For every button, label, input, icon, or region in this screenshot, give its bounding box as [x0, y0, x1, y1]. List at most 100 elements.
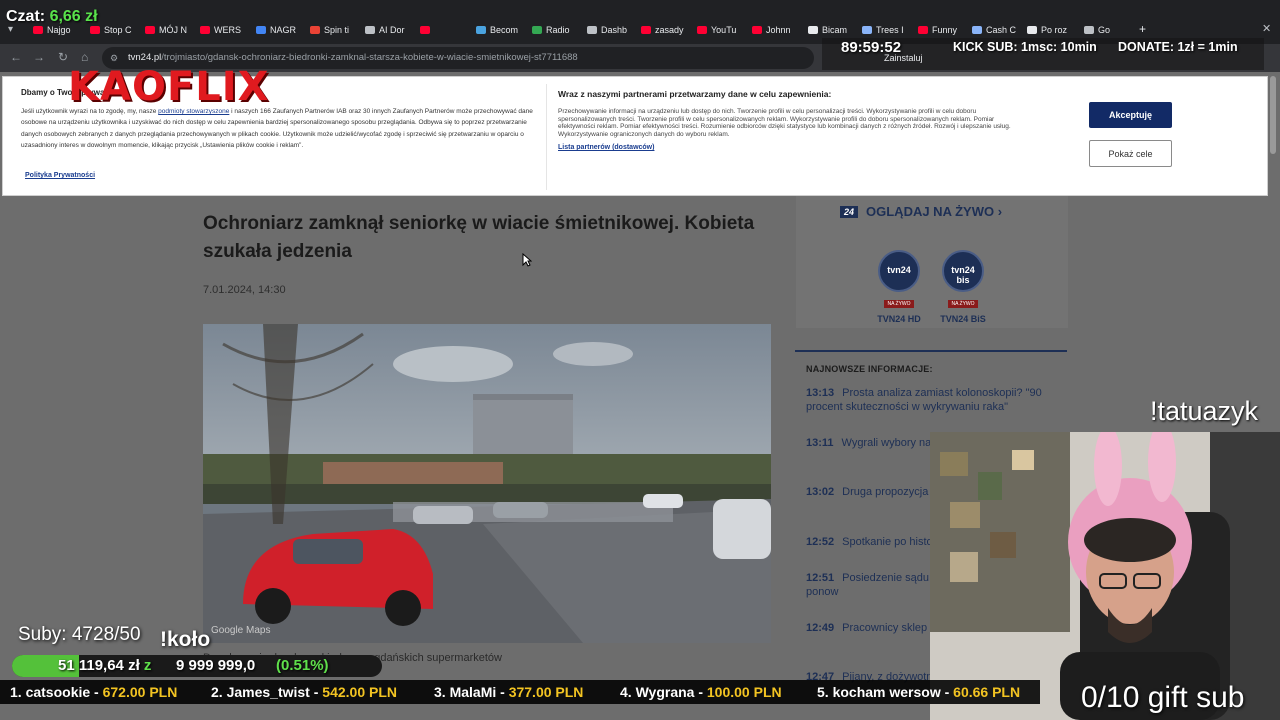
tab-label: MÓJ N: [159, 25, 187, 35]
donor-amount: 542.00 PLN: [322, 684, 398, 700]
news-divider: [795, 350, 1067, 352]
news-time: 13:11: [806, 437, 834, 449]
browser-tab[interactable]: Funny: [918, 22, 970, 38]
url-host: tvn24.pl: [128, 52, 162, 63]
browser-tab[interactable]: Becom: [476, 22, 528, 38]
browser-tab[interactable]: AI Dor: [365, 22, 417, 38]
url-path: /trojmiasto/gdansk-ochroniarz-biedronki-…: [161, 52, 578, 63]
photo-watermark: Google Maps: [211, 625, 270, 636]
tab-favicon-icon: [587, 26, 597, 34]
browser-tab[interactable]: Po roz: [1027, 22, 1079, 38]
consent-divider: [546, 84, 547, 190]
tab-label: Trees I: [876, 25, 904, 35]
tab-label: Spin ti: [324, 25, 350, 35]
accept-button[interactable]: Akceptuję: [1089, 102, 1172, 128]
news-headline: Spotkanie po histo: [842, 536, 933, 548]
screen: ▾ Najgo Stop C MÓJ N WERS NAGR Spin ti AI Dor B…: [0, 0, 1280, 720]
channel-name: TVN24 BiS: [940, 314, 986, 324]
tvn24-logo-icon: tvn24: [878, 250, 920, 292]
news-headline: Prosta analiza zamiast kolonoskopii? "90…: [806, 387, 1042, 413]
tab-label: Dashb: [601, 25, 628, 35]
tab-label: YouTu: [711, 25, 737, 35]
tab-label: Go: [1098, 25, 1111, 35]
browser-tab[interactable]: Cash C: [972, 22, 1024, 38]
kick-sub-rate: KICK SUB: 1msc: 10min: [953, 40, 1097, 54]
goal-amount: 51 119,64 zł: [58, 657, 140, 674]
latest-news-heading: NAJNOWSZE INFORMACJE:: [806, 364, 933, 374]
browser-tab[interactable]: Dashb: [587, 22, 639, 38]
wheel-command: !koło: [160, 628, 211, 651]
partners-list-link[interactable]: Lista partnerów (dostawców): [558, 144, 654, 151]
purposes-title: Wraz z naszymi partnerami przetwarzamy d…: [558, 89, 832, 99]
browser-tab[interactable]: NAGR: [256, 22, 308, 38]
browser-tab[interactable]: zasady: [641, 22, 693, 38]
tvn24-bis-logo-text: tvn24 bis: [951, 265, 975, 285]
browser-tab[interactable]: Radio: [532, 22, 584, 38]
browser-tab[interactable]: MÓJ N: [145, 22, 197, 38]
donor-entry: 3. MalaMi - 377.00 PLN: [434, 684, 584, 700]
url-text[interactable]: tvn24.pl/trojmiasto/gdansk-ochroniarz-bi…: [128, 52, 578, 63]
tab-favicon-icon: [476, 26, 486, 34]
close-window-icon[interactable]: ✕: [1262, 22, 1271, 35]
tab-label: Johnn: [766, 25, 791, 35]
browser-tab[interactable]: Trees I: [862, 22, 914, 38]
reload-icon[interactable]: ↻: [58, 50, 68, 64]
new-tab-plus-icon[interactable]: +: [1139, 22, 1146, 36]
site-info-icon[interactable]: ⚙: [110, 51, 118, 65]
page-scrollbar[interactable]: [1270, 76, 1276, 154]
privacy-policy-link[interactable]: Polityka Prywatności: [25, 172, 95, 179]
channel-live-badge: NA ŻYWO: [884, 300, 914, 308]
browser-tab[interactable]: Johnn: [752, 22, 804, 38]
donor-name: 4. Wygrana: [620, 684, 695, 700]
news-time: 12:51: [806, 572, 835, 584]
back-arrow-icon[interactable]: ←: [10, 50, 22, 64]
tab-favicon-icon: [972, 26, 982, 34]
goal-of-label: z: [143, 657, 152, 674]
mouse-cursor-icon: [522, 253, 532, 267]
streamer-camera-image: [930, 432, 1280, 720]
tvn24-logo-text: tvn24: [887, 265, 911, 275]
tab-label: Najgo: [47, 25, 71, 35]
news-time: 12:49: [806, 622, 835, 634]
home-icon[interactable]: ⌂: [81, 50, 88, 64]
tab-favicon-icon: [90, 26, 100, 34]
forward-arrow-icon[interactable]: →: [33, 50, 45, 64]
channel-tvn24-hd[interactable]: tvn24 NA ŻYWO TVN24 HD: [869, 250, 929, 324]
donor-entry: 1. catsookie - 672.00 PLN: [10, 684, 178, 700]
subs-counter: Suby: 4728/50: [18, 624, 141, 645]
channel-tvn24-bis[interactable]: tvn24 bis NA ŻYWO TVN24 BiS: [933, 250, 993, 324]
browser-tab[interactable]: Go: [1084, 22, 1136, 38]
tab-label: zasady: [655, 25, 684, 35]
donor-entry: 5. kocham wersow - 60.66 PLN: [817, 684, 1021, 700]
article-photo[interactable]: Google Maps: [203, 324, 771, 643]
tab-label: Becom: [490, 25, 519, 35]
show-purposes-button[interactable]: Pokaż cele: [1089, 140, 1172, 167]
tatuazyk-command: !tatuazyk: [1150, 396, 1259, 426]
watch-live-link[interactable]: 24 OGLĄDAJ NA ŻYWO ›: [840, 204, 1002, 219]
chat-label: Czat:: [6, 8, 46, 25]
donor-amount: 100.00 PLN: [706, 684, 782, 700]
browser-tab[interactable]: Spin ti: [310, 22, 362, 38]
browser-tab[interactable]: WERS: [200, 22, 252, 38]
donor-amount: 60.66 PLN: [953, 684, 1021, 700]
tab-favicon-icon: [1084, 26, 1094, 34]
news-time: 12:52: [806, 536, 835, 548]
article-date: 7.01.2024, 14:30: [203, 284, 286, 296]
tab-label: Bicam: [822, 25, 848, 35]
tab-label: NAGR: [270, 25, 297, 35]
goal-current-amount: 51 119,64 zł z: [58, 657, 151, 674]
news-item[interactable]: 13:13 Prosta analiza zamiast kolonoskopii…: [806, 386, 1056, 414]
tab-favicon-icon: [365, 26, 375, 34]
install-app-button[interactable]: Zainstaluj: [884, 53, 923, 63]
article-title: Ochroniarz zamknął seniorkę w wiacie śmi…: [203, 213, 755, 262]
browser-tab[interactable]: Bicam: [808, 22, 860, 38]
browser-tab[interactable]: [420, 22, 472, 38]
donate-rate: DONATE: 1zł = 1min: [1118, 40, 1238, 54]
donor-entry: 4. Wygrana - 100.00 PLN: [620, 684, 782, 700]
tab-favicon-icon: [752, 26, 762, 34]
goal-target-amount: 9 999 999,0: [176, 657, 256, 674]
tab-favicon-icon: [145, 26, 155, 34]
tab-favicon-icon: [808, 26, 818, 34]
browser-tab[interactable]: YouTu: [697, 22, 749, 38]
tab-favicon-icon: [200, 26, 210, 34]
